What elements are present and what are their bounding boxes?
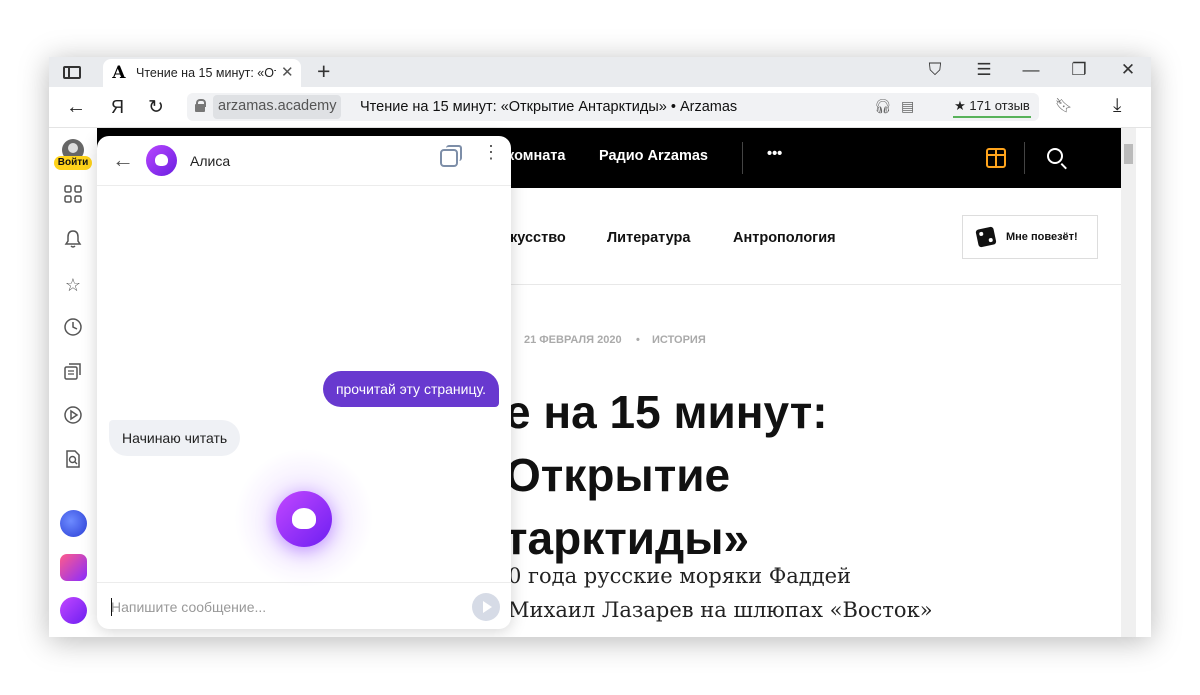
grid-icon[interactable] (61, 185, 85, 209)
scrollbar-thumb[interactable] (1124, 144, 1133, 164)
zen-icon[interactable] (60, 554, 87, 581)
clock-icon[interactable] (61, 317, 85, 341)
alice-voice-button[interactable] (276, 491, 332, 547)
headphones-icon[interactable]: 🎧︎ (874, 98, 892, 115)
yandex-icon[interactable]: Я (111, 97, 124, 118)
alice-title: Алиса (190, 153, 231, 169)
back-icon[interactable]: ← (66, 96, 86, 119)
url-field[interactable]: arzamas.academy Чтение на 15 минут: «Отк… (187, 93, 1073, 121)
login-button[interactable]: Войти (54, 156, 92, 170)
dice-icon (975, 226, 997, 248)
arzamas-favicon-icon: А (112, 63, 126, 83)
nav-link-anthropology[interactable]: Антропология (733, 230, 836, 246)
alice-back-icon[interactable]: ← (112, 147, 134, 173)
header-divider (742, 142, 743, 174)
article-headline: е на 15 минут: Открытие тарктиды» (505, 386, 828, 564)
tab-active[interactable]: А Чтение на 15 минут: «Откр ✕ (103, 59, 301, 87)
minimize-button[interactable]: — (1019, 60, 1043, 80)
nav-link-radio[interactable]: Радио Arzamas (599, 148, 708, 164)
nav-link-komnata[interactable]: комната (507, 148, 565, 164)
bookmarks-icon[interactable]: ⛉ (923, 60, 947, 80)
search-icon[interactable] (1047, 148, 1063, 164)
tab-title: Чтение на 15 минут: «Откр (136, 66, 276, 80)
bookmark-icon[interactable]: 🔖︎ (1055, 97, 1073, 114)
meta-dot: • (636, 334, 640, 346)
cards-icon[interactable] (440, 145, 462, 167)
article-category[interactable]: ИСТОРИЯ (652, 334, 706, 346)
lucky-label: Мне повезёт! (1006, 231, 1078, 243)
alice-logo-icon (146, 145, 177, 176)
article-lead: 0 года русские моряки Фаддей Михаил Лаза… (508, 564, 933, 622)
url-domain[interactable]: arzamas.academy (213, 95, 342, 119)
menu-icon[interactable]: ☰ (972, 60, 996, 80)
address-bar: ← Я ↻ arzamas.academy Чтение на 15 минут… (49, 87, 1151, 128)
nav-link-art[interactable]: кусство (510, 230, 566, 246)
scrollbar[interactable] (1121, 128, 1136, 637)
restore-button[interactable]: ❐ (1067, 60, 1091, 80)
bell-icon[interactable] (61, 229, 85, 253)
article-date: 21 ФЕВРАЛЯ 2020 (524, 334, 622, 346)
message-composer (97, 582, 511, 629)
star-icon[interactable]: ☆ (61, 273, 85, 297)
message-input[interactable] (111, 595, 461, 619)
close-window-button[interactable]: ✕ (1116, 60, 1140, 80)
tabs-panel-icon[interactable] (63, 66, 81, 79)
lock-icon[interactable] (195, 99, 206, 112)
gift-icon[interactable] (986, 148, 1006, 168)
alice-panel: ← Алиса ⋮ прочитай эту страницу. Начинаю… (97, 136, 511, 629)
more-menu-icon[interactable]: ••• (767, 146, 782, 162)
reload-icon[interactable]: ↻ (148, 96, 164, 119)
user-message: прочитай эту страницу. (322, 371, 499, 407)
divider (97, 185, 511, 186)
collections-icon[interactable] (61, 361, 85, 385)
reader-mode-icon[interactable]: ▤ (901, 98, 914, 115)
send-button[interactable] (472, 593, 500, 621)
messenger-icon[interactable] (60, 510, 87, 537)
reviews-badge[interactable]: ★ 171 отзыв (953, 96, 1031, 118)
play-icon[interactable] (61, 405, 85, 429)
browser-window: А Чтение на 15 минут: «Откр ✕ + ⛉ ☰ — ❐ … (49, 57, 1151, 637)
browser-sidebar: Войти ☆ (49, 128, 97, 637)
alice-menu-icon[interactable]: ⋮ (482, 143, 500, 161)
alice-icon[interactable] (60, 597, 87, 624)
lucky-button[interactable]: Мне повезёт! (962, 215, 1098, 259)
new-tab-button[interactable]: + (317, 58, 330, 85)
tab-close-icon[interactable]: ✕ (281, 63, 294, 81)
download-icon[interactable]: ⤓ (1113, 95, 1121, 117)
url-page-title[interactable]: Чтение на 15 минут: «Открытие Антарктиды… (360, 99, 737, 115)
tab-bar: А Чтение на 15 минут: «Откр ✕ + ⛉ ☰ — ❐ … (49, 57, 1151, 87)
header-divider (1024, 142, 1025, 174)
search-doc-icon[interactable] (61, 449, 85, 473)
nav-link-literature[interactable]: Литература (607, 230, 690, 246)
bot-message: Начинаю читать (109, 420, 241, 456)
